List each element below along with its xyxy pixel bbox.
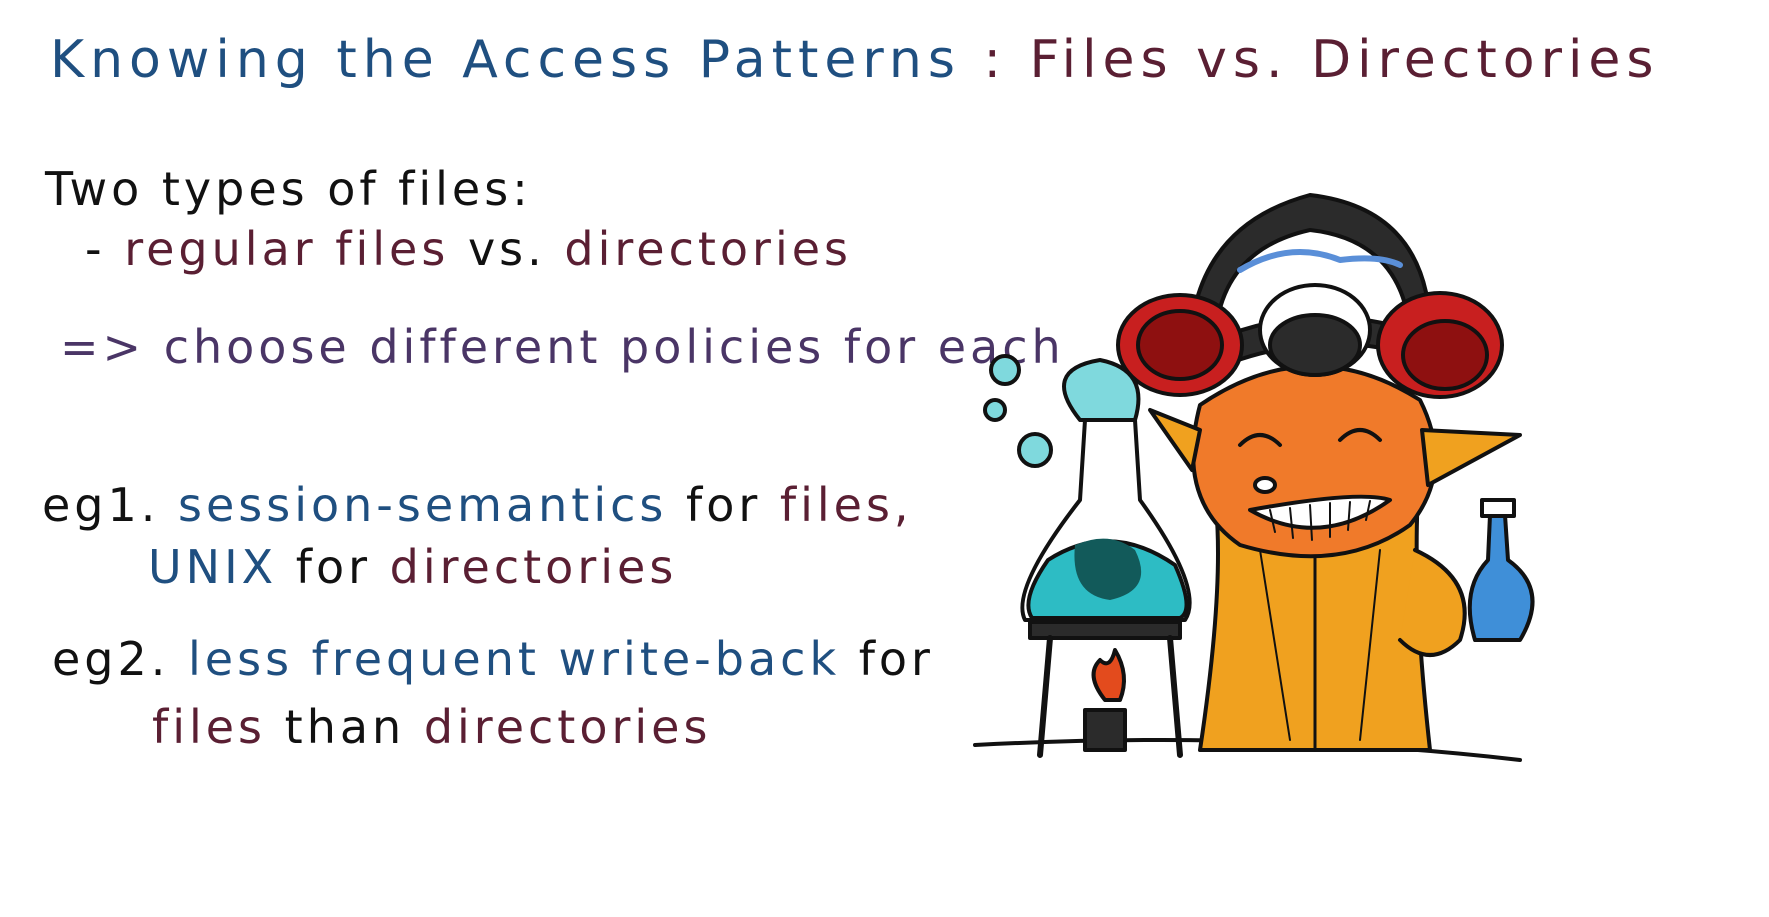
directories-text-3: directories bbox=[423, 700, 712, 754]
eg1-line1: eg1. session-semantics for files, bbox=[42, 478, 913, 532]
types-heading: Two types of files: bbox=[45, 162, 532, 216]
files-text: files, bbox=[779, 478, 913, 532]
directories-text-2: directories bbox=[389, 540, 678, 594]
policy-line: => choose different policies for each bbox=[60, 320, 1065, 374]
policy-text: choose different policies for each bbox=[163, 320, 1065, 374]
directories-text: directories bbox=[564, 222, 853, 276]
eg2-label: eg2. bbox=[52, 632, 170, 686]
unix-text: UNIX bbox=[148, 540, 278, 594]
slide-title: Knowing the Access Patterns : Files vs. … bbox=[50, 30, 1660, 90]
types-line: - regular files vs. directories bbox=[85, 222, 852, 276]
regular-files-text: regular files bbox=[124, 222, 450, 276]
scientist-illustration bbox=[973, 193, 1535, 762]
title-part1: Knowing the Access Patterns bbox=[50, 30, 961, 90]
dash: - bbox=[85, 222, 106, 276]
eg1-line2: UNIX for directories bbox=[148, 540, 677, 594]
for-text-3: for bbox=[858, 632, 934, 686]
flame-icon bbox=[1091, 648, 1126, 702]
than-text: than bbox=[284, 700, 406, 754]
eg2-line1: eg2. less frequent write-back for bbox=[52, 632, 934, 686]
for-text: for bbox=[686, 478, 762, 532]
session-semantics-text: session-semantics bbox=[178, 478, 668, 532]
title-part2: Files vs. Directories bbox=[1029, 30, 1660, 90]
for-text-2: for bbox=[295, 540, 372, 594]
eg2-line2: files than directories bbox=[152, 700, 711, 754]
arrow-text: => bbox=[60, 320, 146, 374]
vs-text: vs. bbox=[467, 222, 546, 276]
files-text-2: files bbox=[152, 700, 267, 754]
vial-icon bbox=[1467, 513, 1535, 642]
right-ear bbox=[1420, 428, 1522, 487]
title-colon: : bbox=[983, 30, 1007, 90]
write-back-text: less frequent write-back bbox=[188, 632, 841, 686]
left-ear bbox=[1148, 408, 1202, 472]
eg1-label: eg1. bbox=[42, 478, 160, 532]
